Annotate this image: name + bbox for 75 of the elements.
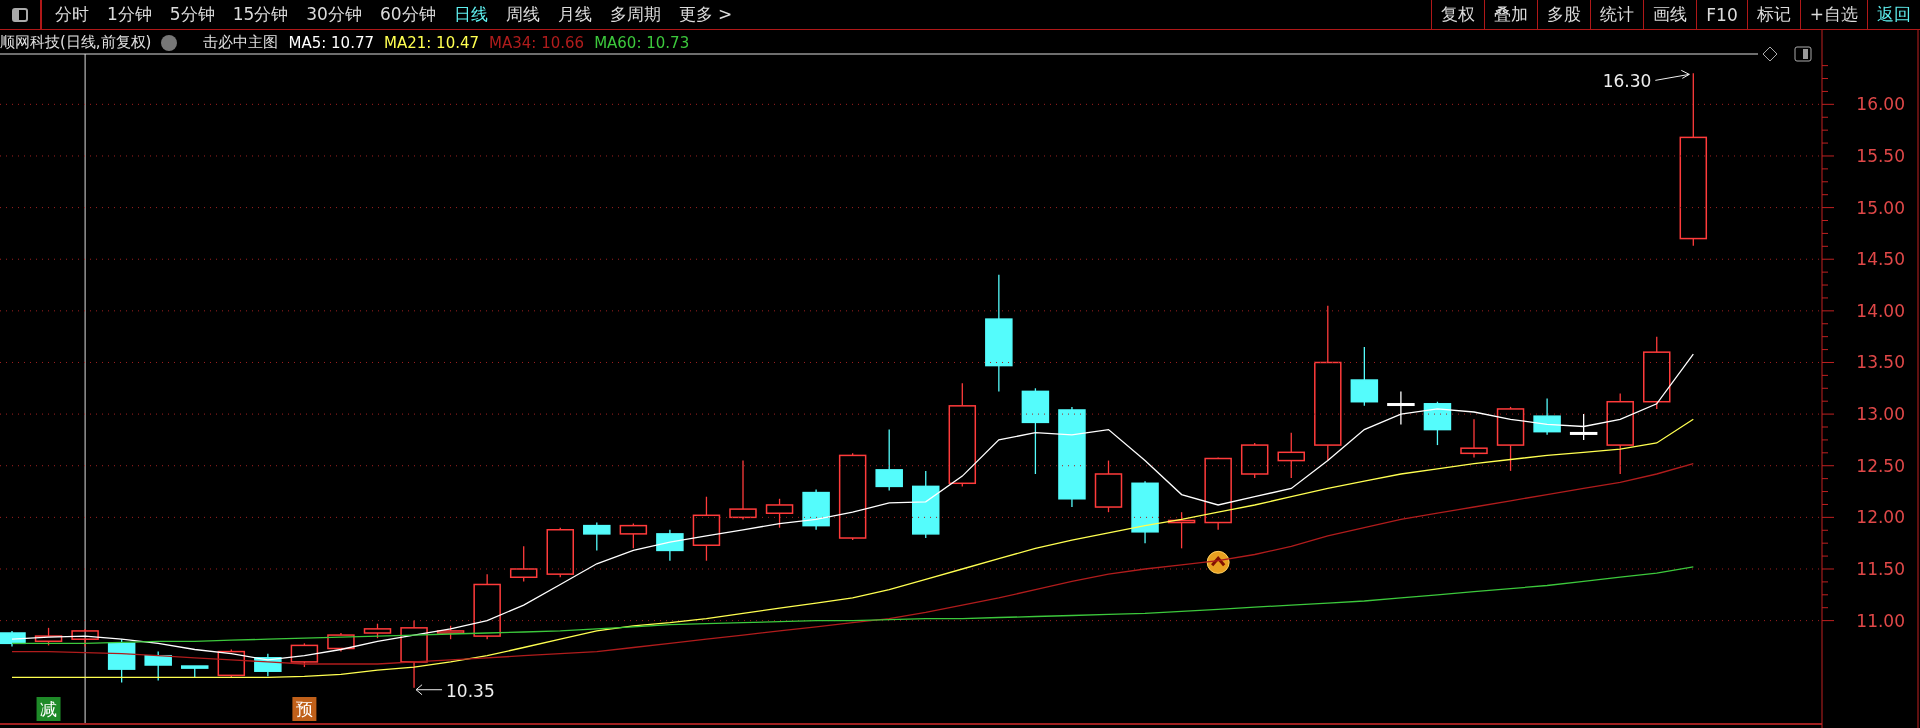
candlestick <box>0 630 26 648</box>
candlestick <box>583 521 611 552</box>
axis-label: 11.00 <box>1856 610 1905 631</box>
candlestick <box>217 648 246 679</box>
window-icon[interactable] <box>1794 46 1812 62</box>
arrow <box>1654 69 1690 81</box>
period-tab[interactable]: 多周期 <box>600 0 670 29</box>
candlestick <box>1569 413 1598 441</box>
circle-icon[interactable] <box>161 34 178 51</box>
candlestick <box>400 619 428 689</box>
candlestick <box>1387 390 1415 426</box>
period-tab[interactable]: 日线 <box>444 0 497 29</box>
candlestick <box>546 527 574 578</box>
candlestick <box>912 470 940 539</box>
period-tab[interactable]: 分时 <box>46 0 98 29</box>
candlestick <box>1350 346 1379 407</box>
period-tab[interactable]: 5分钟 <box>160 0 224 29</box>
candlestick <box>875 428 903 492</box>
signal-badge: 减 <box>36 697 61 721</box>
candlestick <box>1496 406 1525 472</box>
arrow <box>415 684 443 696</box>
axis-label: 13.50 <box>1856 352 1905 373</box>
candlestick <box>1240 442 1269 479</box>
period-tab[interactable]: 60分钟 <box>370 0 445 29</box>
candlestick <box>363 623 392 639</box>
candlestick <box>473 573 501 640</box>
period-tab[interactable]: 月线 <box>548 0 601 29</box>
candlestick <box>509 545 538 583</box>
ma-legend: MA34: 10.66 <box>489 33 585 52</box>
candlestick <box>1460 418 1488 459</box>
candlestick <box>729 459 757 521</box>
diamond-icon[interactable] <box>1762 46 1778 62</box>
candlestick <box>765 498 794 529</box>
price-label: 16.30 <box>1602 71 1652 92</box>
price-label: 10.35 <box>446 680 495 701</box>
candlestick <box>619 522 648 549</box>
candlestick <box>656 529 684 562</box>
candlestick <box>802 488 830 531</box>
period-tab[interactable]: 30分钟 <box>297 0 371 29</box>
candlestick <box>1131 480 1159 544</box>
axis-label: 13.00 <box>1856 404 1905 425</box>
candlestick <box>1423 401 1452 446</box>
candlestick <box>254 653 282 677</box>
period-tab[interactable]: 更多 > <box>669 0 742 29</box>
candlestick <box>692 496 721 562</box>
candlestick <box>290 642 319 668</box>
candlestick <box>1277 432 1305 479</box>
candlestick <box>71 628 99 648</box>
ma-legend: MA21: 10.47 <box>384 33 480 52</box>
candlestick <box>1094 459 1123 513</box>
candlestick <box>107 638 136 684</box>
candlestick <box>327 632 355 653</box>
axis-label: 11.50 <box>1856 559 1905 579</box>
candlestick <box>1167 511 1196 549</box>
candlestick <box>34 627 63 647</box>
axis-label: 16.00 <box>1856 94 1905 115</box>
chart-title: 顺网科技(日线,前复权) <box>0 33 152 52</box>
candlestick <box>181 665 209 679</box>
axis-label: 12.50 <box>1856 455 1905 476</box>
axis-label: 14.00 <box>1856 300 1905 321</box>
ma-legend: MA5: 10.77 <box>288 33 374 52</box>
ma-legend: MA60: 10.73 <box>594 33 690 52</box>
signal-badge: 预 <box>292 697 317 721</box>
axis-label: 14.50 <box>1856 249 1905 270</box>
axis-label: 15.50 <box>1856 145 1905 166</box>
candlestick <box>1533 397 1561 436</box>
candlestick <box>144 650 172 682</box>
axis-label: 12.00 <box>1856 507 1905 528</box>
period-tab[interactable]: 1分钟 <box>98 0 161 29</box>
candlestick <box>436 625 465 640</box>
axis-label: 15.00 <box>1856 197 1905 218</box>
indicator-name: 击必中主图 <box>203 33 279 52</box>
period-tab[interactable]: 周线 <box>496 0 549 29</box>
period-tab[interactable]: 15分钟 <box>223 0 298 29</box>
caret-circle-icon[interactable] <box>1206 550 1230 574</box>
